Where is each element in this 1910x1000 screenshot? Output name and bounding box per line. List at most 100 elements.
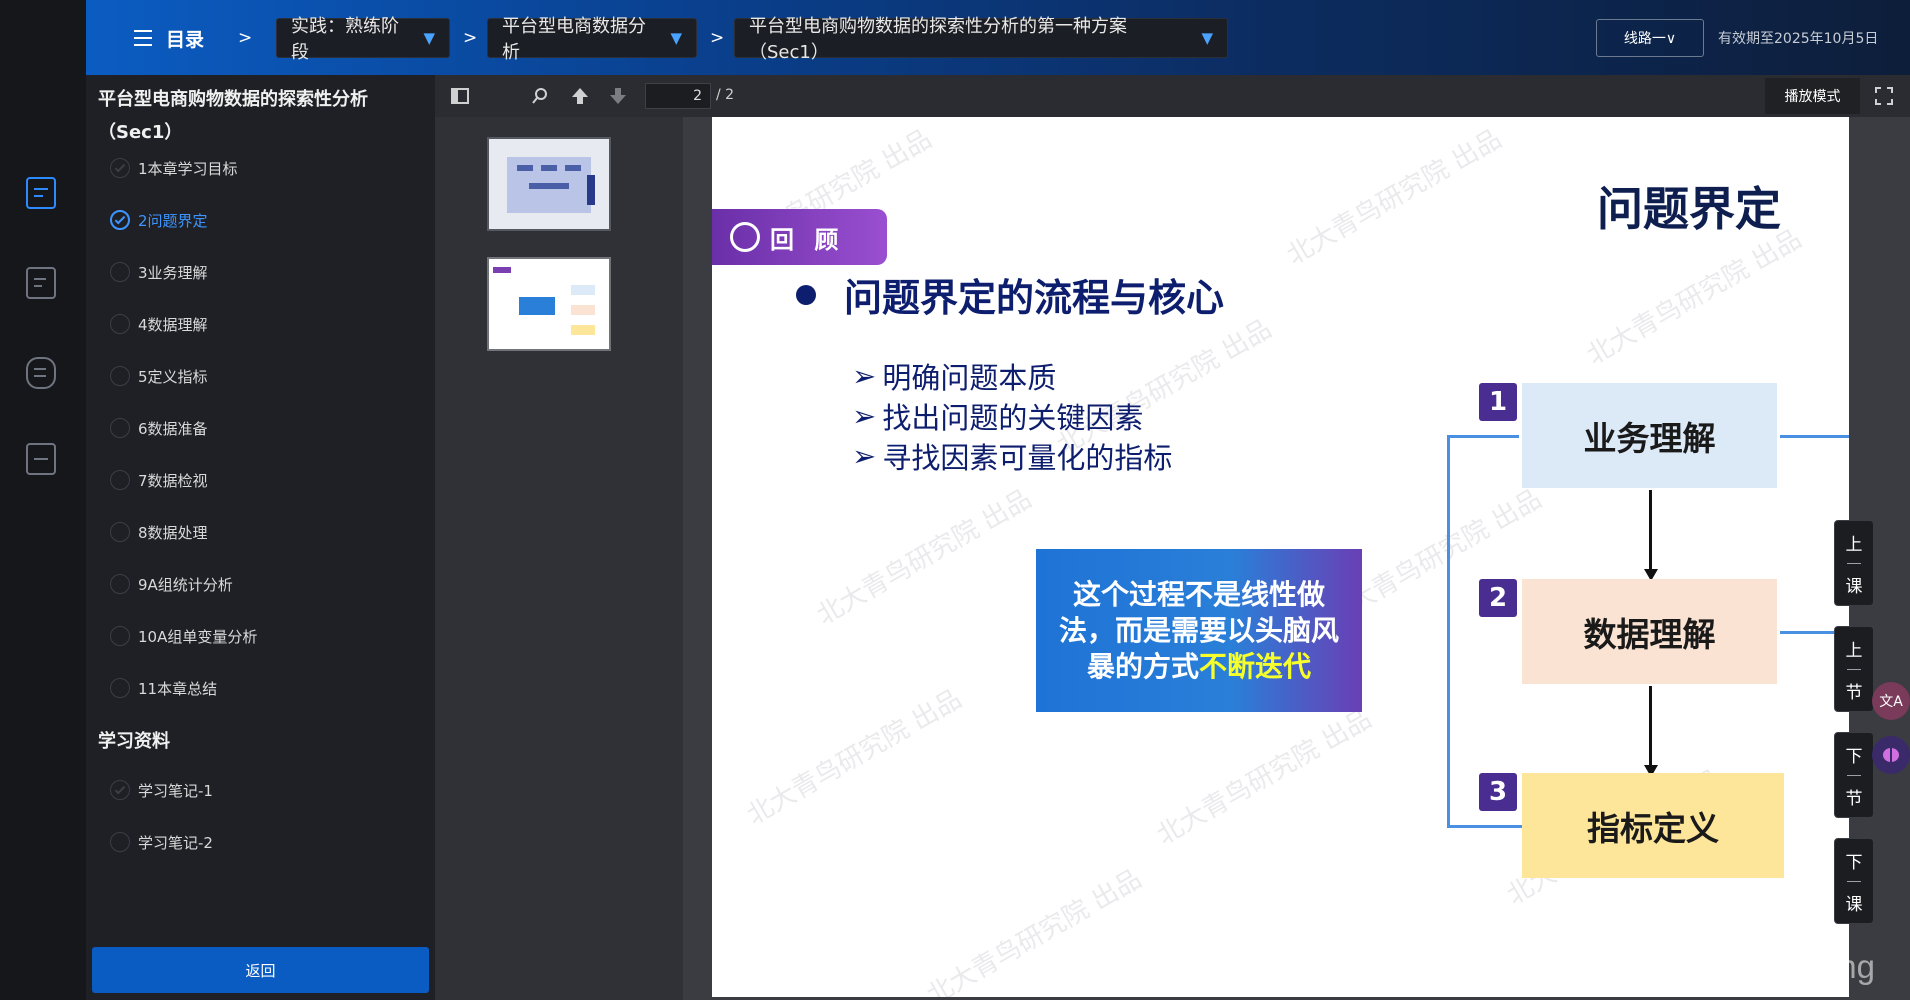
arrow-bullet-icon: ➢ (852, 439, 877, 473)
sidebar-item-data-understanding[interactable]: 4数据理解 (110, 309, 208, 339)
next-section-button[interactable]: 下节 (1834, 732, 1874, 818)
page-number-input[interactable]: 2 (645, 83, 711, 109)
sub-point: ➢ 找出问题的关键因素 (852, 395, 1143, 437)
viewer-toolbar: 2 / 2 播放模式 (435, 75, 1910, 117)
sidebar-toggle-icon[interactable] (447, 83, 473, 109)
toc-button[interactable]: 目录 (134, 22, 204, 54)
main-point: 问题界定的流程与核心 (796, 267, 1224, 322)
sidebar-item-notes-2[interactable]: 学习笔记-2 (110, 827, 213, 857)
exit-icon[interactable] (26, 443, 56, 475)
sidebar-item-data-prep[interactable]: 6数据准备 (110, 413, 208, 443)
sidebar-item-chapter-summary[interactable]: 11本章总结 (110, 673, 217, 703)
flow-connector (1649, 490, 1652, 572)
breadcrumb-label: 平台型电商数据分析 (502, 16, 646, 63)
sidebar-item-label: 1本章学习目标 (138, 159, 238, 178)
sidebar-item-label: 5定义指标 (138, 367, 208, 386)
flow-box-data: 数据理解 (1522, 579, 1777, 684)
circle-icon (110, 262, 130, 282)
sub-point-text: 寻找因素可量化的指标 (882, 441, 1173, 475)
circle-icon (110, 418, 130, 438)
sidebar-item-business-understanding[interactable]: 3业务理解 (110, 257, 208, 287)
main-point-text: 问题界定的流程与核心 (844, 276, 1225, 320)
sidebar-item-notes-1[interactable]: 学习笔记-1 (110, 775, 213, 805)
search-icon[interactable] (527, 83, 553, 109)
circle-icon (110, 678, 130, 698)
arrow-down-icon[interactable] (605, 83, 631, 109)
sidebar-title: 平台型电商购物数据的探索性分析（Sec1） (98, 89, 368, 143)
route-select[interactable]: 线路一∨ (1596, 19, 1704, 57)
sidebar-item-label: 8数据处理 (138, 523, 208, 542)
arrow-up-icon[interactable] (567, 83, 593, 109)
nav-label: 下 (1845, 746, 1863, 767)
sidebar-item-group-a-stats[interactable]: 9A组统计分析 (110, 569, 233, 599)
sidebar-item-label: 7数据检视 (138, 471, 208, 490)
back-button[interactable]: 返回 (92, 947, 429, 993)
check-circle-icon (110, 780, 130, 800)
caret-down-icon: ▼ (423, 29, 435, 47)
breadcrumb-separator: > (238, 28, 253, 48)
breadcrumb-section[interactable]: 平台型电商购物数据的探索性分析的第一种方案（Sec1） ▼ (734, 16, 1228, 63)
sidebar-item-learning-goals[interactable]: 1本章学习目标 (110, 153, 238, 183)
nav-label: 课 (1845, 894, 1863, 915)
brain-icon[interactable] (1872, 736, 1910, 774)
nav-label: 上 (1845, 534, 1863, 555)
loop-line (1447, 825, 1522, 828)
breadcrumb-course[interactable]: 平台型电商数据分析 ▼ (487, 16, 697, 63)
sub-point: ➢ 寻找因素可量化的指标 (852, 435, 1172, 477)
sub-point-text: 明确问题本质 (882, 361, 1057, 395)
loop-line (1780, 435, 1849, 438)
sidebar-item-group-a-univariate[interactable]: 10A组单变量分析 (110, 621, 257, 651)
sub-point: ➢ 明确问题本质 (852, 355, 1056, 397)
caret-down-icon: ▼ (1201, 29, 1213, 47)
prev-lesson-button[interactable]: 上课 (1834, 520, 1874, 606)
page-total: / 2 (716, 87, 735, 103)
sub-point-text: 找出问题的关键因素 (882, 401, 1144, 435)
nav-label: 下 (1845, 852, 1863, 873)
sidebar: 平台型电商购物数据的探索性分析（Sec1） 1本章学习目标 2问题界定 3业务理… (86, 75, 435, 1000)
thumbnail-page-2[interactable] (487, 257, 611, 351)
watermark-text: 北大青鸟研究院 出品 (1581, 224, 1807, 372)
prev-section-button[interactable]: 上节 (1834, 626, 1874, 712)
fullscreen-icon[interactable] (1871, 83, 1897, 109)
nav-label: 上 (1845, 640, 1863, 661)
caret-down-icon: ▼ (670, 29, 682, 47)
play-mode-button[interactable]: 播放模式 (1765, 78, 1860, 114)
loop-line (1447, 435, 1450, 827)
slide-page: 北大青鸟研究院 出品 北大青鸟研究院 出品 北大青鸟研究院 出品 北大青鸟研究院… (712, 117, 1849, 997)
breadcrumb-label: 实践：熟练阶段 (291, 16, 399, 63)
refresh-icon (730, 222, 760, 252)
arrow-bullet-icon: ➢ (852, 359, 877, 393)
breadcrumb-stage[interactable]: 实践：熟练阶段 ▼ (276, 16, 450, 63)
sidebar-item-label: 3业务理解 (138, 263, 208, 282)
step-number-2: 2 (1479, 579, 1517, 617)
edit-notes-icon[interactable] (26, 267, 56, 299)
sidebar-item-label: 2问题界定 (138, 211, 208, 230)
validity-text: 有效期至2025年10月5日 (1718, 31, 1879, 47)
document-icon[interactable] (26, 177, 56, 209)
sidebar-item-label: 9A组统计分析 (138, 575, 233, 594)
callout-highlight: 不断迭代 (1199, 649, 1312, 683)
flow-box-metrics: 指标定义 (1522, 773, 1784, 878)
next-lesson-button[interactable]: 下课 (1834, 838, 1874, 924)
circle-icon (110, 626, 130, 646)
route-label: 线路一∨ (1623, 31, 1677, 47)
sidebar-item-problem-definition[interactable]: 2问题界定 (110, 205, 208, 235)
sidebar-item-define-metrics[interactable]: 5定义指标 (110, 361, 208, 391)
sidebar-item-label: 11本章总结 (138, 679, 218, 698)
watermark-text: 北大青鸟研究院 出品 (921, 864, 1147, 997)
translate-icon[interactable]: 文A (1872, 682, 1910, 720)
breadcrumb-label: 平台型电商购物数据的探索性分析的第一种方案（Sec1） (749, 16, 1127, 63)
nav-label: 课 (1845, 576, 1863, 597)
watermark-text: 北大青鸟研究院 出品 (811, 484, 1037, 632)
callout-box: 这个过程不是线性做法，而是需要以头脑风暴的方式不断迭代 (1036, 549, 1362, 712)
watermark-text: 北大青鸟研究院 出品 (1281, 124, 1507, 272)
circle-icon (110, 522, 130, 542)
sidebar-item-data-inspection[interactable]: 7数据检视 (110, 465, 208, 495)
sidebar-item-data-processing[interactable]: 8数据处理 (110, 517, 208, 547)
thumbnail-panel (435, 117, 683, 1000)
users-list-icon[interactable] (26, 357, 56, 389)
check-circle-icon (110, 210, 130, 230)
nav-label: 节 (1845, 788, 1863, 809)
thumbnail-page-1[interactable] (487, 137, 611, 231)
slide-title: 问题界定 (1597, 182, 1781, 236)
